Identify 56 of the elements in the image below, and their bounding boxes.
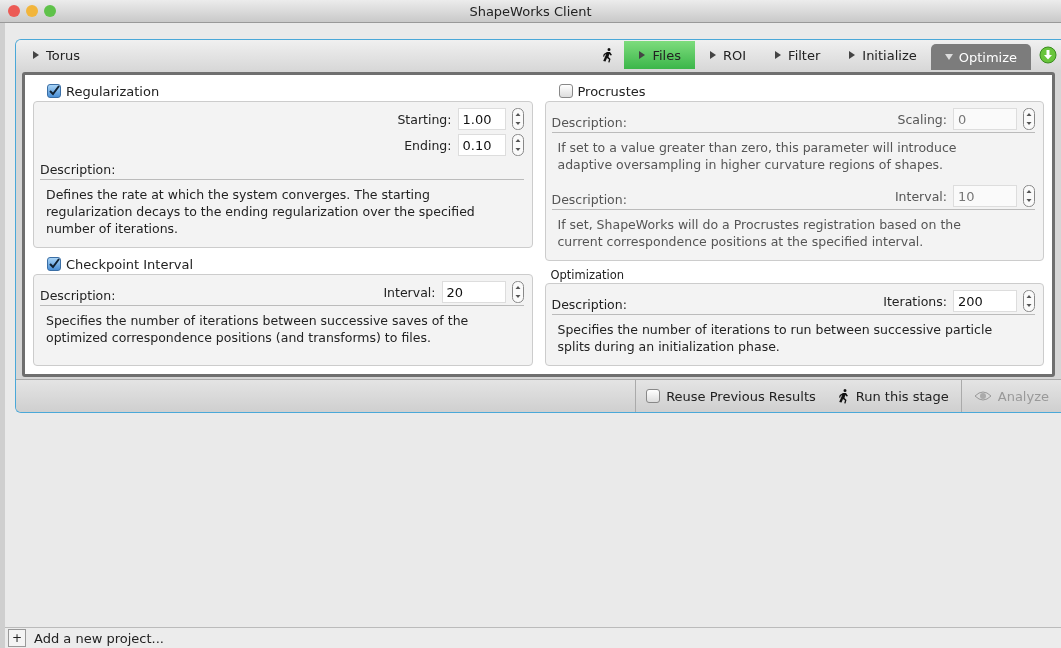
description-text: Specifies the number of iterations between successive saves of the optimized correspondence positions (and transforms) to files.	[46, 312, 470, 346]
disclosure-triangle-icon	[774, 51, 783, 59]
stepper[interactable]	[1023, 290, 1035, 312]
stage-tab[interactable]: Filter	[760, 41, 835, 69]
eye-icon	[973, 390, 992, 402]
disclosure-triangle-icon	[709, 51, 717, 59]
stage-tab[interactable]: Files	[624, 41, 695, 69]
param-label: Interval:	[383, 284, 436, 300]
param-label: Scaling:	[897, 111, 947, 127]
disclosure-triangle-icon	[944, 53, 953, 61]
runner-icon	[602, 47, 615, 63]
window-control-icon[interactable]	[8, 5, 20, 17]
checkbox[interactable]	[558, 84, 573, 98]
description-text: Defines the rate at which the system converges. The starting regularization decays to the ending regularization over the specified number of iterations.	[46, 186, 476, 237]
param-label: Iterations:	[883, 293, 947, 309]
checkbox[interactable]	[47, 84, 61, 98]
number-field[interactable]: 0.10	[457, 134, 506, 156]
window-title: ShapeWorks Client	[469, 3, 592, 19]
param-label: Interval:	[894, 188, 947, 204]
stage-tab[interactable]: ROI	[695, 41, 761, 69]
checkbox[interactable]	[646, 389, 661, 403]
stepper[interactable]	[511, 134, 524, 156]
description-text: If set to a value greater than zero, this parameter will introduce adaptive oversampling in higher curvature regions of shapes.	[557, 139, 958, 173]
stage-tab[interactable]: Optimize	[930, 44, 1031, 70]
description-label: Description:	[40, 162, 117, 177]
description-label: Description:	[551, 297, 627, 312]
stepper[interactable]	[511, 108, 524, 130]
disclosure-triangle-icon	[638, 51, 647, 59]
runner-icon	[837, 388, 850, 404]
section-title: Regularization	[66, 83, 160, 99]
run-button[interactable]: Run this stage	[825, 380, 961, 412]
description-label: Description:	[551, 192, 627, 207]
checkbox[interactable]	[47, 257, 61, 271]
section-title: Optimization	[550, 268, 625, 282]
section-title: Procrustes	[577, 83, 646, 99]
reuse-label: Reuse Previous Results	[666, 388, 816, 404]
description-label: Description:	[40, 288, 116, 303]
add-project-label[interactable]: Add a new project...	[34, 630, 164, 646]
param-label: Ending:	[404, 137, 452, 153]
disclosure-triangle-icon[interactable]	[32, 51, 40, 59]
stepper[interactable]	[511, 281, 524, 303]
add-button[interactable]: +	[8, 629, 26, 647]
description-text: If set, ShapeWorks will do a Procrustes registration based on the current correspondence positions at the specified interval.	[557, 216, 962, 250]
stepper[interactable]	[1023, 108, 1035, 130]
download-icon[interactable]	[1039, 46, 1057, 64]
disclosure-triangle-icon	[848, 51, 857, 59]
number-field[interactable]: 1.00	[457, 108, 506, 130]
description-label: Description:	[551, 115, 627, 130]
section-title: Checkpoint Interval	[66, 256, 194, 272]
stage-tab[interactable]: Initialize	[834, 41, 931, 69]
number-field[interactable]: 20	[441, 281, 506, 303]
description-text: Specifies the number of iterations to run between successive particle splits during an initialization phase.	[557, 321, 994, 355]
param-label: Starting:	[397, 111, 452, 127]
number-field[interactable]: 200	[953, 290, 1017, 312]
stepper[interactable]	[1023, 185, 1035, 207]
project-name: Torus	[46, 47, 81, 63]
